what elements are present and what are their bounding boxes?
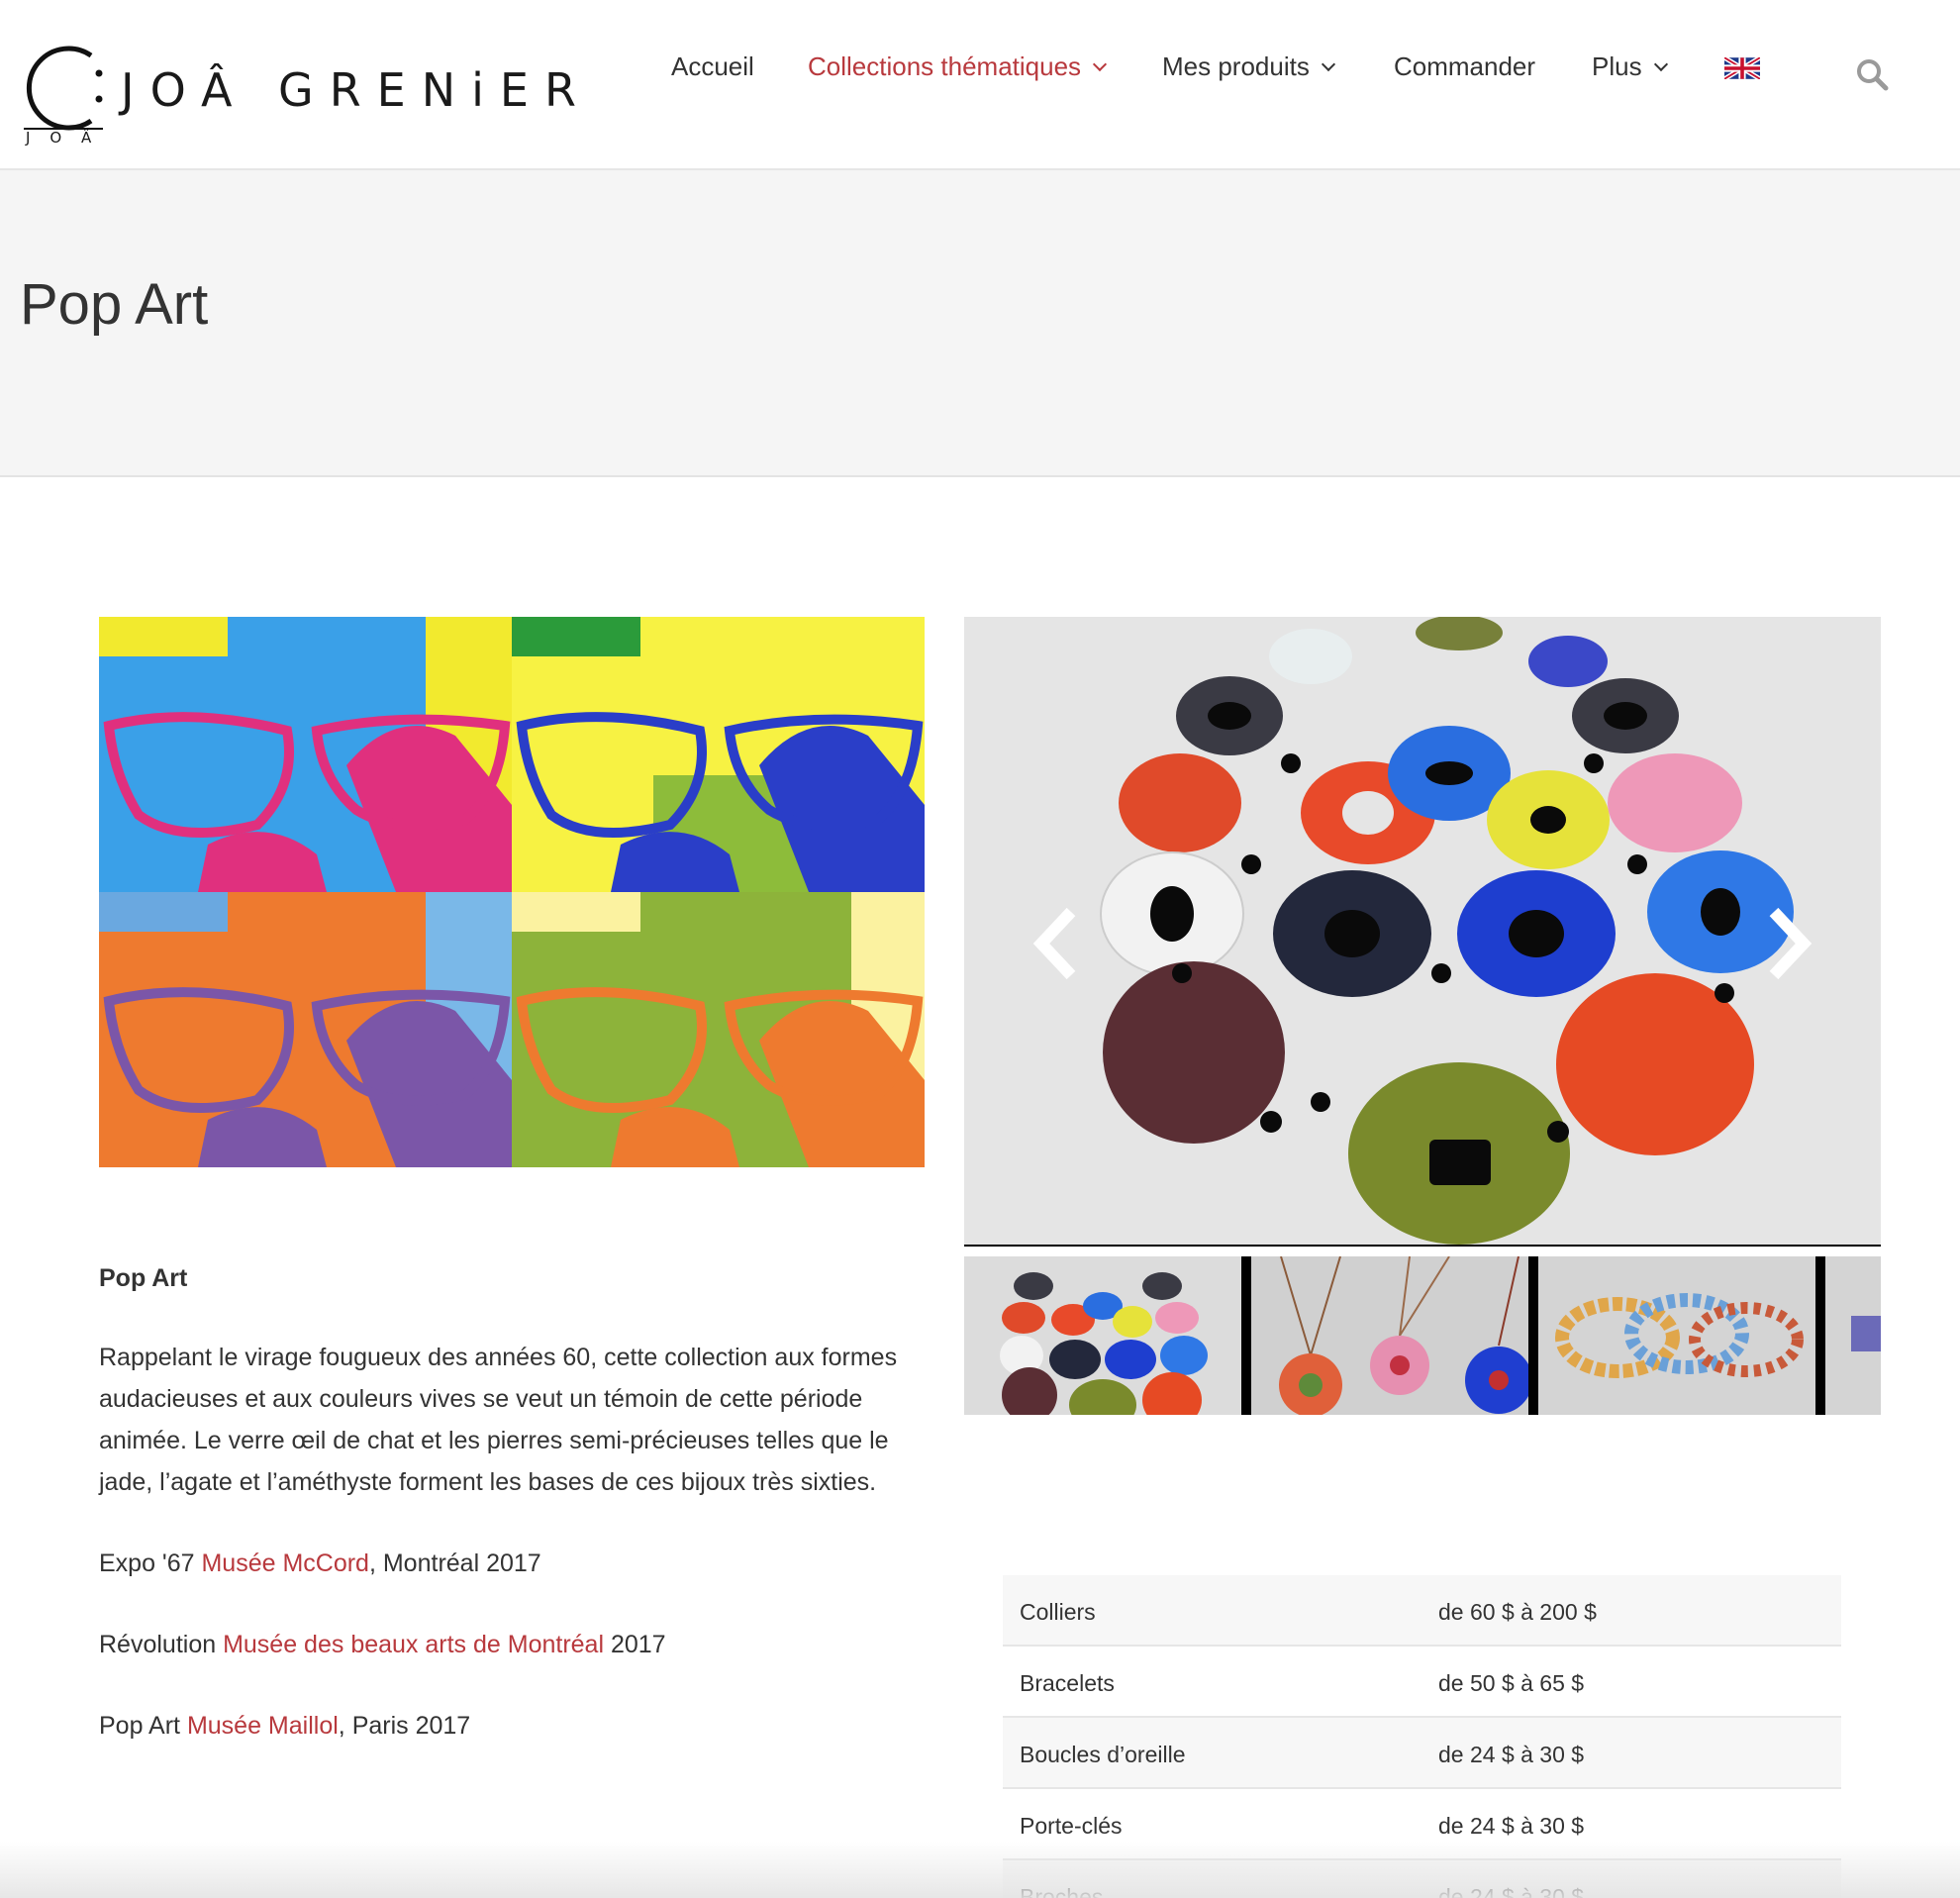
brand-name: JOÂ GRENiER bbox=[121, 63, 592, 117]
product-price: de 60 $ à 200 $ bbox=[1438, 1599, 1597, 1625]
nav-item-accueil[interactable]: Accueil bbox=[671, 51, 754, 82]
product-slider bbox=[964, 617, 1881, 1247]
product-price: de 24 $ à 30 $ bbox=[1438, 1813, 1585, 1839]
nav-item-label: Plus bbox=[1592, 51, 1642, 81]
product-price: de 50 $ à 65 $ bbox=[1438, 1670, 1585, 1696]
nav-item-label: Mes produits bbox=[1162, 51, 1310, 81]
chevron-right-icon[interactable] bbox=[1760, 904, 1815, 983]
logo-small-text: JOÂ bbox=[26, 129, 112, 147]
collection-text: Rappelant le virage fougueux des années … bbox=[99, 1344, 898, 1496]
bracelets-thumbnail[interactable] bbox=[1538, 1256, 1815, 1415]
nav-item-plus[interactable]: Plus bbox=[1592, 51, 1668, 82]
pop-art-image bbox=[99, 617, 925, 1167]
nav-item-label: Commander bbox=[1394, 51, 1536, 81]
product-name: Boucles d’oreille bbox=[1020, 1742, 1186, 1767]
table-row: Bracelets de 50 $ à 65 $ bbox=[1003, 1647, 1841, 1718]
necklace-thumbnail[interactable] bbox=[964, 1256, 1241, 1415]
expo-text: Révolution bbox=[99, 1631, 224, 1658]
expo-line: Pop Art Musée Maillol, Paris 2017 bbox=[99, 1705, 925, 1747]
search-icon[interactable] bbox=[1855, 57, 1889, 91]
product-name: Porte-clés bbox=[1020, 1813, 1123, 1839]
expo-text: Expo '67 bbox=[99, 1549, 202, 1577]
page-title-bar: Pop Art bbox=[0, 170, 1960, 477]
product-price: de 24 $ à 30 $ bbox=[1438, 1884, 1585, 1898]
necklace-photo bbox=[964, 617, 1881, 1245]
slider-thumbnails bbox=[964, 1256, 1881, 1415]
expo-line: Expo '67 Musée McCord, Montréal 2017 bbox=[99, 1543, 925, 1584]
pendants-thumbnail[interactable] bbox=[1251, 1256, 1528, 1415]
uk-flag-icon[interactable] bbox=[1724, 57, 1760, 79]
site-logo[interactable]: JOÂ JOÂ GRENiER bbox=[18, 34, 582, 154]
musee-beaux-arts-link[interactable]: Musée des beaux arts de Montréal bbox=[223, 1631, 604, 1658]
expo-text: Pop Art bbox=[99, 1712, 187, 1740]
collection-description: Pop Art Rappelant le virage fougueux des… bbox=[99, 1257, 925, 1747]
nav-item-collections[interactable]: Collections thématiques bbox=[808, 51, 1108, 82]
table-row: Porte-clés de 24 $ à 30 $ bbox=[1003, 1789, 1841, 1860]
product-name: Bracelets bbox=[1020, 1670, 1115, 1696]
collection-heading: Pop Art bbox=[99, 1264, 188, 1292]
expo-text: , Paris 2017 bbox=[338, 1712, 471, 1740]
page-title: Pop Art bbox=[20, 272, 209, 337]
nav-item-commander[interactable]: Commander bbox=[1394, 51, 1535, 82]
chevron-down-icon bbox=[1653, 56, 1668, 71]
product-price: de 24 $ à 30 $ bbox=[1438, 1742, 1585, 1767]
partial-thumbnail[interactable] bbox=[1825, 1256, 1881, 1415]
product-name: Broches bbox=[1020, 1884, 1104, 1898]
chevron-left-icon[interactable] bbox=[1029, 904, 1085, 983]
expo-text: 2017 bbox=[604, 1631, 666, 1658]
site-header: JOÂ JOÂ GRENiER Accueil Collections thém… bbox=[0, 0, 1960, 170]
chevron-down-icon bbox=[1092, 56, 1108, 71]
musee-mccord-link[interactable]: Musée McCord bbox=[201, 1549, 369, 1577]
musee-maillol-link[interactable]: Musée Maillol bbox=[187, 1712, 339, 1740]
nav-item-mes-produits[interactable]: Mes produits bbox=[1162, 51, 1335, 82]
nav-item-label: Accueil bbox=[671, 51, 754, 81]
expo-line: Révolution Musée des beaux arts de Montr… bbox=[99, 1624, 925, 1665]
price-table: Colliers de 60 $ à 200 $ Bracelets de 50… bbox=[1003, 1575, 1841, 1898]
table-row: Colliers de 60 $ à 200 $ bbox=[1003, 1575, 1841, 1647]
nav-item-label: Collections thématiques bbox=[808, 51, 1082, 81]
table-row: Broches de 24 $ à 30 $ bbox=[1003, 1860, 1841, 1898]
expo-text: , Montréal 2017 bbox=[368, 1549, 541, 1577]
table-row: Boucles d’oreille de 24 $ à 30 $ bbox=[1003, 1718, 1841, 1789]
product-name: Colliers bbox=[1020, 1599, 1096, 1625]
chevron-down-icon bbox=[1321, 56, 1335, 71]
